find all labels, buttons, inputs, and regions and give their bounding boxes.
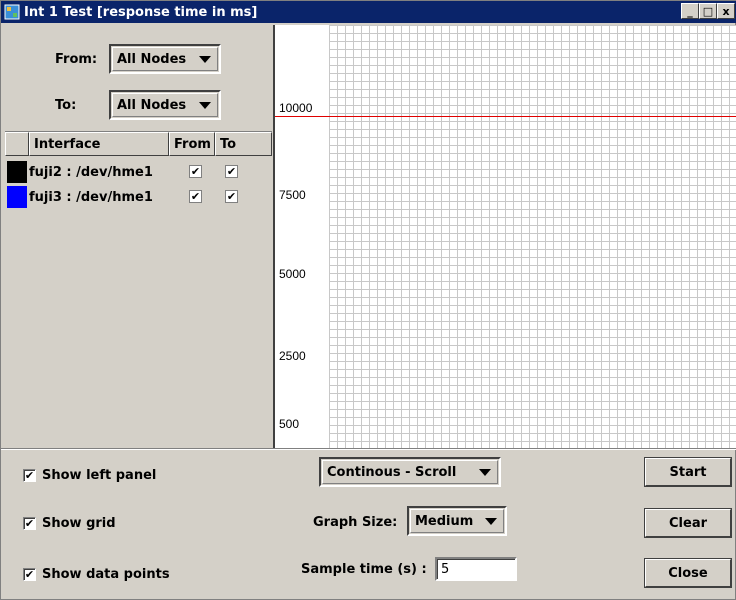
color-column-header[interactable]: [5, 132, 29, 156]
graph-mode-select[interactable]: Continous - Scroll: [319, 457, 501, 487]
interface-column-header[interactable]: Interface: [29, 132, 169, 156]
graph-size-label: Graph Size:: [313, 515, 398, 530]
clear-button[interactable]: Clear: [644, 508, 732, 538]
threshold-line: [329, 116, 736, 117]
to-node-value: All Nodes: [117, 97, 187, 113]
graph-mode-value: Continous - Scroll: [327, 464, 457, 480]
graph-size-value: Medium: [415, 513, 474, 529]
checkbox-check-icon[interactable]: ✔: [23, 517, 36, 530]
from-label: From:: [55, 51, 98, 67]
show-grid-label: Show grid: [42, 516, 116, 531]
y-tick-label: 5000: [279, 267, 306, 281]
interface-name: fuji3 : /dev/hme1: [29, 189, 153, 205]
title-bar[interactable]: Int 1 Test [response time in ms] _ □ x: [1, 1, 736, 23]
series-color-swatch: [7, 186, 27, 208]
window-title: Int 1 Test [response time in ms]: [24, 4, 258, 20]
table-row[interactable]: fuji3 : /dev/hme1 ✔ ✔: [5, 185, 272, 209]
from-node-select[interactable]: All Nodes: [109, 44, 221, 74]
from-node-value: All Nodes: [117, 51, 187, 67]
close-window-button[interactable]: x: [717, 3, 735, 19]
graph-grid: [329, 25, 736, 448]
show-data-points-label: Show data points: [42, 567, 170, 582]
close-button[interactable]: Close: [644, 558, 732, 588]
table-header: Interface From To: [5, 132, 272, 156]
to-column-header[interactable]: To: [215, 132, 272, 156]
graph-size-select[interactable]: Medium: [407, 506, 507, 536]
y-tick-label: 10000: [279, 101, 313, 115]
interface-name: fuji2 : /dev/hme1: [29, 164, 153, 180]
response-time-graph: 10000 7500 5000 2500 500: [273, 25, 736, 448]
sample-time-label: Sample time (s) :: [301, 562, 427, 577]
show-grid-checkbox[interactable]: ✔ Show grid: [23, 516, 116, 531]
show-data-points-checkbox[interactable]: ✔ Show data points: [23, 567, 170, 582]
to-node-select[interactable]: All Nodes: [109, 90, 221, 120]
app-icon: [4, 4, 20, 20]
main-window: Int 1 Test [response time in ms] _ □ x F…: [0, 0, 736, 600]
to-label: To:: [55, 97, 77, 113]
from-checkbox[interactable]: ✔: [189, 165, 202, 178]
table-row[interactable]: fuji2 : /dev/hme1 ✔ ✔: [5, 160, 272, 184]
maximize-button[interactable]: □: [699, 3, 717, 19]
y-axis: 10000 7500 5000 2500 500: [275, 25, 329, 448]
sample-time-input[interactable]: 5: [435, 557, 517, 581]
start-button[interactable]: Start: [644, 457, 732, 487]
y-tick-label: 7500: [279, 188, 306, 202]
from-checkbox[interactable]: ✔: [189, 190, 202, 203]
y-tick-label: 500: [279, 417, 300, 431]
chevron-down-icon: [485, 518, 497, 525]
chevron-down-icon: [199, 56, 211, 63]
minimize-button[interactable]: _: [681, 3, 699, 19]
chevron-down-icon: [199, 102, 211, 109]
y-tick-label: 2500: [279, 349, 306, 363]
panel-divider: [1, 448, 736, 450]
from-row: From: All Nodes: [5, 41, 272, 77]
interface-table: Interface From To fuji2 : /dev/hme1 ✔ ✔ …: [5, 131, 272, 448]
from-column-header[interactable]: From: [169, 132, 215, 156]
threshold-line-tick: [275, 116, 329, 117]
checkbox-check-icon[interactable]: ✔: [23, 568, 36, 581]
left-panel: From: All Nodes To: All Nodes Interface …: [5, 25, 272, 448]
to-checkbox[interactable]: ✔: [225, 190, 238, 203]
show-left-panel-label: Show left panel: [42, 468, 157, 483]
to-checkbox[interactable]: ✔: [225, 165, 238, 178]
chevron-down-icon: [479, 469, 491, 476]
to-row: To: All Nodes: [5, 87, 272, 123]
checkbox-check-icon[interactable]: ✔: [23, 469, 36, 482]
show-left-panel-checkbox[interactable]: ✔ Show left panel: [23, 468, 156, 483]
series-color-swatch: [7, 161, 27, 183]
